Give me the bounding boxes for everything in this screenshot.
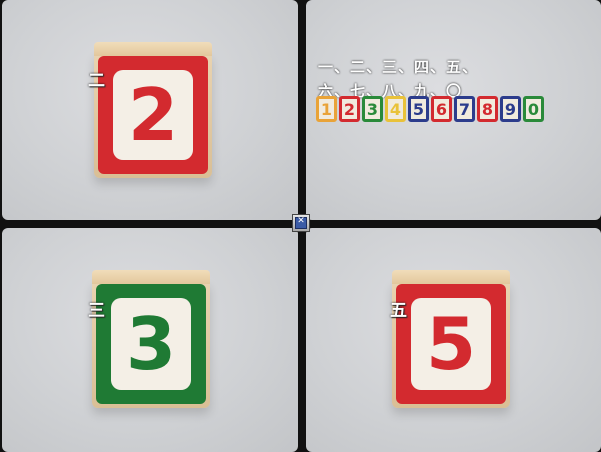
mini-number-block: 4 (385, 96, 406, 122)
mini-number-block: 7 (454, 96, 475, 122)
mini-number-block: 0 (523, 96, 544, 122)
block-frame: 2 (98, 56, 208, 174)
mini-number-block: 3 (362, 96, 383, 122)
mini-number-block: 5 (408, 96, 429, 122)
mini-number-block: 1 (316, 96, 337, 122)
panel-top-left[interactable]: 2 二 (2, 0, 298, 220)
block-digit: 2 (127, 72, 179, 157)
panel-bottom-right[interactable]: 5 五 (306, 228, 601, 452)
number-blocks-strip: 1234567890 (316, 96, 544, 122)
panel-top-right[interactable]: 一、二、三、四、五、 六、七、八、九、〇 1234567890 (306, 0, 601, 220)
cjk-number-label: 三 (88, 301, 105, 321)
video-grid: 2 二 一、二、三、四、五、 六、七、八、九、〇 1234567890 3 三 (0, 0, 601, 452)
block-digit: 3 (125, 302, 177, 386)
cjk-number-label: 二 (88, 71, 105, 91)
panel-bottom-left[interactable]: 3 三 (2, 228, 298, 452)
block-digit: 5 (425, 302, 477, 386)
number-block-2: 2 (94, 42, 212, 178)
cjk-numbers-line-1: 一、二、三、四、五、 (318, 58, 479, 76)
expand-icon (295, 216, 307, 229)
number-block-5: 5 (392, 270, 510, 408)
mini-number-block: 6 (431, 96, 452, 122)
mini-number-block: 8 (477, 96, 498, 122)
mini-number-block: 9 (500, 96, 521, 122)
cjk-number-label: 五 (390, 301, 407, 321)
block-frame: 3 (96, 284, 206, 404)
block-frame: 5 (396, 284, 506, 404)
mini-number-block: 2 (339, 96, 360, 122)
center-control-button[interactable] (292, 214, 310, 232)
number-block-3: 3 (92, 270, 210, 408)
